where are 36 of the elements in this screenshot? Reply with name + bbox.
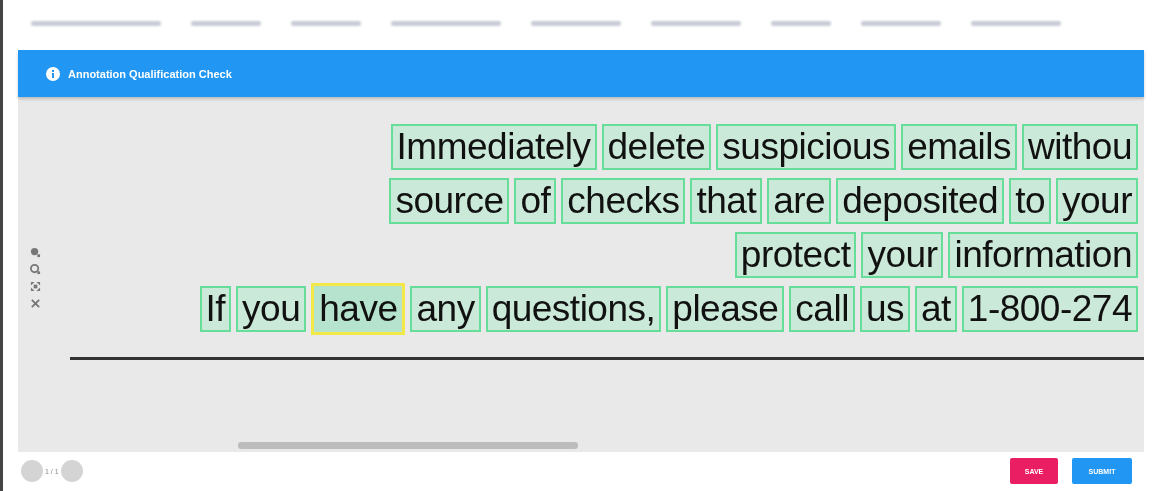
blurred-label [771,20,831,26]
word-box[interactable]: deposited [836,178,1005,224]
zoom-out-icon[interactable] [29,263,41,275]
word-box[interactable]: are [767,178,832,224]
word-box[interactable]: checks [561,178,686,224]
word-box[interactable]: of [514,178,557,224]
word-box[interactable]: emails [901,124,1018,170]
word-box[interactable]: to [1009,178,1051,224]
word-box[interactable]: your [861,232,944,278]
word-box[interactable]: information [948,232,1138,278]
word-box[interactable]: Immediately [390,124,597,170]
close-icon[interactable] [29,297,41,309]
word-box[interactable]: at [914,286,957,332]
word-box[interactable]: withou [1022,124,1138,170]
info-icon [46,66,60,81]
word-box[interactable]: If [199,286,232,332]
word-box[interactable]: your [1056,178,1138,224]
word-box[interactable]: suspicious [716,124,897,170]
fit-icon[interactable] [29,280,41,292]
word-box[interactable]: please [666,286,785,332]
word-box[interactable]: 1-800-274 [961,286,1138,332]
dialog-title: Annotation Qualification Check [68,67,232,80]
word-box[interactable]: you [236,286,307,332]
word-box[interactable]: us [859,286,910,332]
zoom-in-icon[interactable] [29,246,41,258]
word-box[interactable]: delete [601,124,712,170]
blurred-label [191,20,261,26]
word-box[interactable]: source [389,178,510,224]
blurred-label [291,20,361,26]
word-box[interactable]: call [789,286,855,332]
word-box[interactable]: questions, [485,286,662,332]
word-box[interactable]: any [410,286,481,332]
word-box[interactable]: that [690,178,763,224]
scrollbar-thumb[interactable] [238,441,578,449]
word-box[interactable]: have [311,283,406,335]
word-box[interactable]: protect [734,232,857,278]
